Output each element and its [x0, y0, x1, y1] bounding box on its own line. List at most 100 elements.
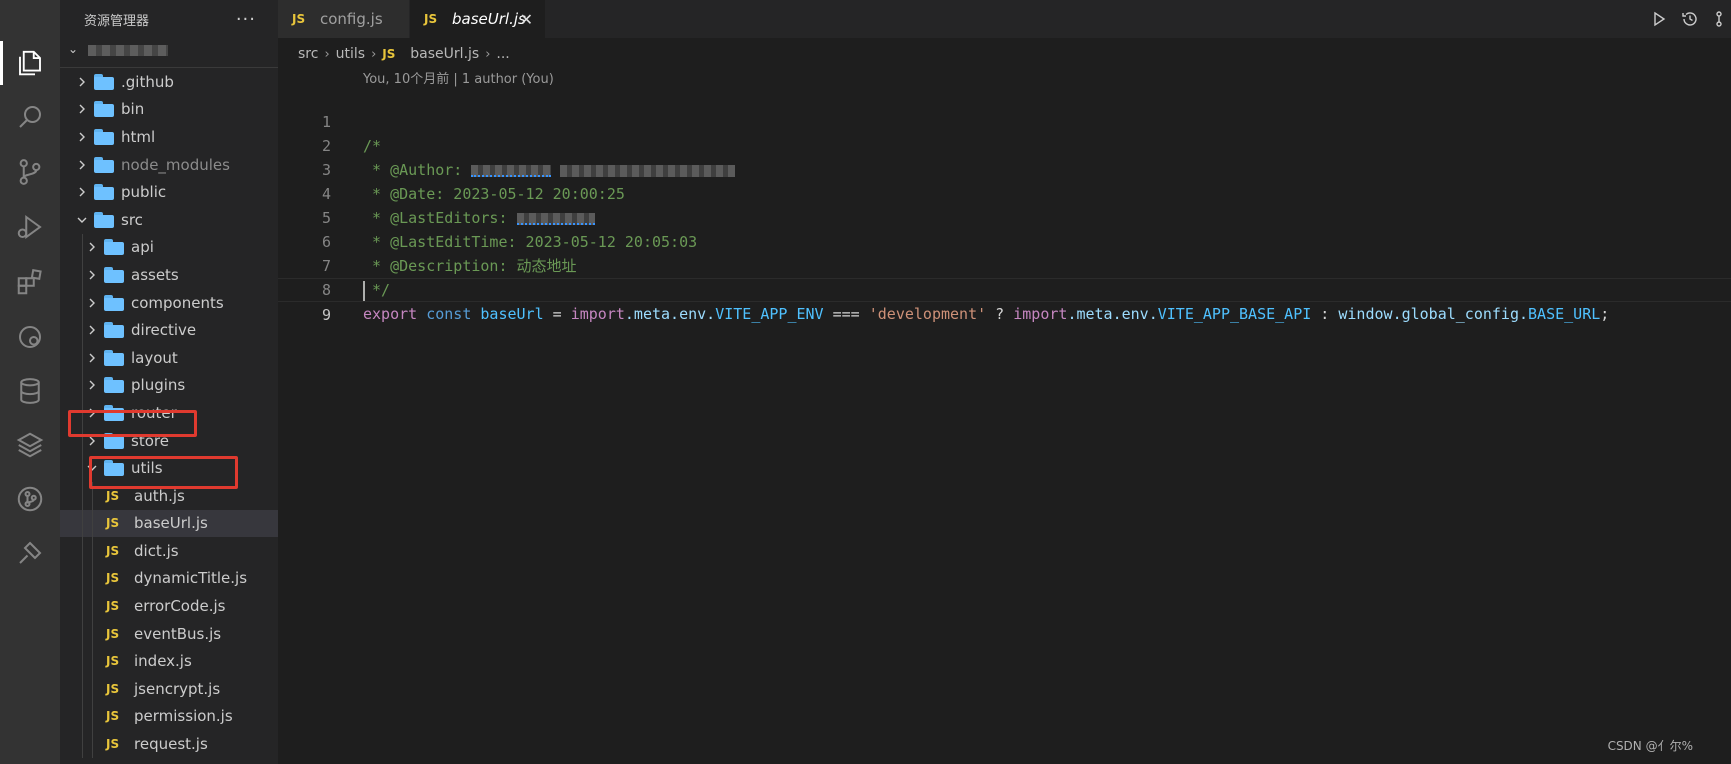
code-editor[interactable]: 1 /* 2 * @Author: 3 * @Date: 2023-05-12 … — [278, 86, 1731, 324]
redacted-root-name — [88, 45, 168, 56]
js-file-icon: JS — [382, 47, 396, 61]
js-file-icon: JS — [292, 12, 306, 26]
editor-area: JS config.js JS baseUrl.js ✕ src › utils… — [278, 0, 1731, 764]
tree-folder[interactable]: plugins — [60, 371, 278, 400]
compare-icon[interactable] — [1713, 10, 1725, 28]
tree-file[interactable]: JS permission.js — [60, 702, 278, 731]
workspace-root[interactable]: ⌄ — [60, 38, 278, 60]
close-icon[interactable]: ✕ — [520, 10, 533, 29]
chevron-down-icon — [74, 214, 90, 226]
tree-item-label: assets — [131, 265, 179, 284]
chevron-right-icon — [74, 159, 90, 171]
tree-file[interactable]: JS jsencrypt.js — [60, 675, 278, 703]
indent-guide — [82, 592, 83, 620]
source-control-icon[interactable] — [0, 144, 60, 200]
breadcrumb-file[interactable]: baseUrl.js — [410, 46, 479, 62]
tree-folder[interactable]: api — [60, 233, 278, 262]
extensions-icon[interactable] — [0, 254, 60, 310]
explorer-icon[interactable] — [0, 35, 60, 91]
tree-file[interactable]: JS baseUrl.js — [60, 509, 278, 538]
js-file-icon: JS — [106, 599, 120, 614]
tree-file[interactable]: JS eventBus.js — [60, 619, 278, 648]
layers-icon[interactable] — [0, 417, 60, 473]
tree-item-label: api — [131, 238, 154, 257]
js-file-icon: JS — [106, 681, 120, 696]
run-icon[interactable] — [1651, 11, 1667, 27]
indent-guide — [92, 619, 93, 648]
js-file-icon: JS — [106, 709, 120, 724]
tree-file[interactable]: JS index.js — [60, 647, 278, 676]
tab-label: baseUrl.js — [452, 10, 526, 28]
tree-folder[interactable]: components — [60, 288, 278, 317]
tree-item-label: .github — [121, 72, 174, 91]
git-blame-info[interactable]: You, 10个月前 | 1 author (You) — [363, 68, 554, 87]
tree-file[interactable]: JS dynamicTitle.js — [60, 564, 278, 593]
indent-guide — [82, 261, 83, 289]
history-icon[interactable] — [1681, 10, 1699, 28]
tree-folder[interactable]: assets — [60, 261, 278, 289]
tree-item-label: index.js — [134, 652, 192, 671]
run-debug-icon[interactable] — [0, 199, 60, 255]
breadcrumb-symbols[interactable]: ... — [496, 46, 509, 62]
code-line: 5 * @LastEditTime: 2023-05-12 20:05:03 — [278, 182, 1731, 251]
tool-icon[interactable] — [0, 525, 60, 581]
tree-item-label: dict.js — [134, 541, 179, 560]
folder-icon — [94, 156, 114, 173]
tree-folder[interactable]: bin — [60, 96, 278, 124]
tree-item-label: plugins — [131, 376, 186, 395]
tree-item-label: dynamicTitle.js — [134, 569, 248, 588]
chevron-right-icon — [74, 131, 90, 143]
breadcrumb-utils[interactable]: utils — [336, 46, 365, 62]
tree-item-label: baseUrl.js — [134, 514, 208, 533]
editor-actions — [1651, 0, 1731, 38]
tree-item-label: request.js — [134, 735, 208, 754]
indent-guide — [92, 702, 93, 731]
indent-guide — [82, 647, 83, 676]
tree-item-label: layout — [131, 348, 178, 367]
database-icon[interactable] — [0, 363, 60, 419]
chevron-right-icon — [84, 379, 100, 391]
tab-baseurl-js[interactable]: JS baseUrl.js ✕ — [410, 0, 545, 38]
git-graph-icon[interactable] — [0, 471, 60, 527]
folder-icon — [94, 101, 114, 118]
indent-guide — [82, 454, 83, 482]
indent-guide — [82, 481, 83, 510]
tree-folder[interactable]: public — [60, 178, 278, 206]
explorer-header: 资源管理器 ··· — [60, 0, 278, 38]
code-line: 8 export const baseUrl = import.meta.env… — [278, 254, 1731, 323]
js-file-icon: JS — [106, 737, 120, 752]
indent-guide — [92, 675, 93, 703]
tree-file[interactable]: JS errorCode.js — [60, 592, 278, 620]
tree-item-label: directive — [131, 321, 197, 340]
explorer-title: 资源管理器 — [84, 13, 150, 29]
indent-guide — [82, 509, 83, 538]
breadcrumb-src[interactable]: src — [298, 46, 318, 62]
explorer-sidebar: 资源管理器 ··· ⌄ .github bin html node_modules pu… — [60, 0, 278, 764]
tree-folder[interactable]: html — [60, 123, 278, 151]
tree-folder[interactable]: src — [60, 206, 278, 234]
code-line: 4 * @LastEditors: — [278, 158, 1731, 227]
tree-file[interactable]: JS request.js — [60, 730, 278, 758]
indent-guide — [92, 564, 93, 593]
tree-folder[interactable]: layout — [60, 343, 278, 372]
tree-folder[interactable]: .github — [60, 68, 278, 96]
indent-guide — [82, 343, 83, 372]
more-actions-button[interactable]: ··· — [236, 9, 256, 30]
chevron-right-icon — [74, 76, 90, 88]
activity-bar — [0, 0, 60, 764]
chevron-right-icon — [74, 186, 90, 198]
tree-file[interactable]: JS dict.js — [60, 537, 278, 565]
search-icon[interactable] — [0, 89, 60, 145]
tab-config-js[interactable]: JS config.js — [278, 0, 409, 38]
tree-folder[interactable]: directive — [60, 316, 278, 344]
tree-item-label: permission.js — [134, 707, 233, 726]
remote-explorer-icon[interactable] — [0, 309, 60, 365]
indent-guide — [82, 675, 83, 703]
chevron-right-icon — [84, 352, 100, 364]
tab-label: config.js — [320, 10, 383, 28]
folder-icon — [94, 128, 114, 145]
tree-item-label: components — [131, 293, 224, 312]
js-file-icon: JS — [106, 654, 120, 669]
tree-folder[interactable]: node_modules — [60, 151, 278, 179]
indent-guide — [82, 371, 83, 400]
